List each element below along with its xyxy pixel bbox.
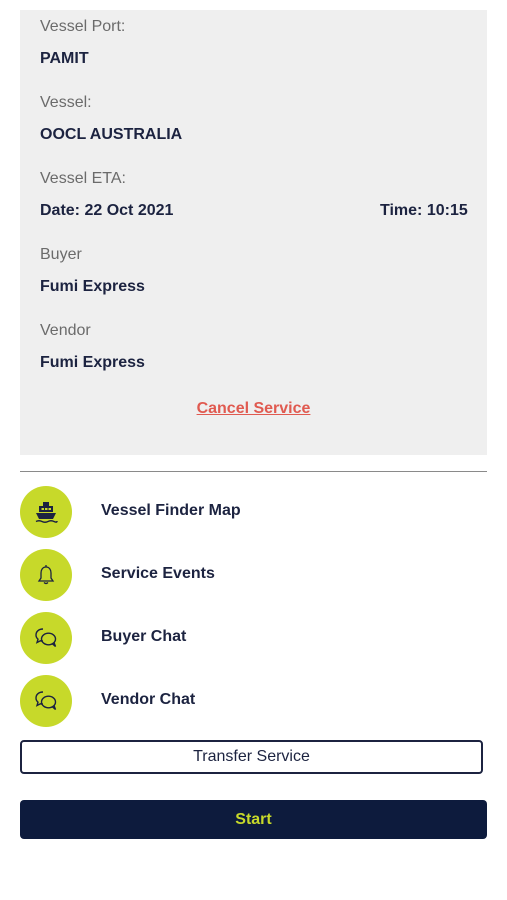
- vessel-label: Vessel:: [40, 94, 92, 111]
- chat-icon: [20, 675, 72, 727]
- menu-item-label: Vendor Chat: [101, 691, 196, 708]
- vessel-value: OOCL AUSTRALIA: [40, 126, 183, 143]
- vessel-eta-label: Vessel ETA:: [40, 170, 126, 187]
- vessel-eta-date: Date: 22 Oct 2021: [40, 202, 174, 219]
- menu-item-vessel-finder-map[interactable]: Vessel Finder Map: [20, 486, 487, 538]
- menu-item-vendor-chat[interactable]: Vendor Chat: [20, 675, 487, 727]
- menu-item-label: Vessel Finder Map: [101, 502, 241, 519]
- vessel-port-label: Vessel Port:: [40, 18, 126, 35]
- chat-icon: [20, 612, 72, 664]
- menu-item-label: Buyer Chat: [101, 628, 187, 645]
- cancel-service-link[interactable]: Cancel Service: [20, 400, 487, 418]
- divider: [20, 471, 487, 472]
- start-button[interactable]: Start: [20, 800, 487, 839]
- service-details-card: Vessel Port: PAMIT Vessel: OOCL AUSTRALI…: [20, 10, 487, 455]
- menu-item-label: Service Events: [101, 565, 215, 582]
- bell-icon: [20, 549, 72, 601]
- buyer-value: Fumi Express: [40, 278, 145, 295]
- vessel-eta-time: Time: 10:15: [380, 202, 468, 219]
- vessel-port-value: PAMIT: [40, 50, 89, 67]
- transfer-service-button[interactable]: Transfer Service: [20, 740, 483, 774]
- menu-item-service-events[interactable]: Service Events: [20, 549, 487, 601]
- ship-icon: [20, 486, 72, 538]
- buyer-label: Buyer: [40, 246, 82, 263]
- vendor-value: Fumi Express: [40, 354, 145, 371]
- vendor-label: Vendor: [40, 322, 91, 339]
- menu-item-buyer-chat[interactable]: Buyer Chat: [20, 612, 487, 664]
